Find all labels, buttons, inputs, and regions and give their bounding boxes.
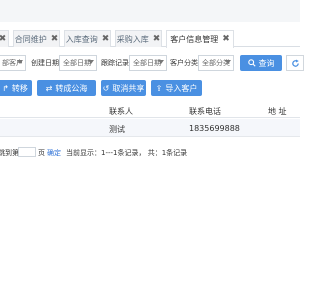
customer-scope-select[interactable]: 部客户 bbox=[0, 55, 26, 71]
refresh-icon bbox=[291, 59, 299, 67]
tab-customer-info-management[interactable]: 客户信息管理 ✖ bbox=[166, 30, 234, 48]
search-icon bbox=[247, 59, 256, 67]
action-toolbar: ↱ 转移 ⇄ 转成公海 ↺ 取消共享 ⇪ 导入客户 bbox=[0, 80, 300, 96]
category-select[interactable]: 全部分类 bbox=[198, 55, 234, 71]
undo-circle-icon: ↺ bbox=[102, 83, 110, 93]
filter-bar: 部客户 创建日期: 全部日期 跟踪记录: 全部日期 客户分类: 全部分类 查询 bbox=[0, 55, 304, 71]
confirm-link[interactable]: 确定 bbox=[47, 148, 61, 158]
to-public-pool-button[interactable]: ⇄ 转成公海 bbox=[37, 80, 96, 96]
chevron-down-icon bbox=[88, 60, 94, 64]
goto-prefix-label: 跳到第 bbox=[0, 149, 19, 157]
cell-phone: 1835699888 bbox=[189, 124, 240, 133]
transfer-button[interactable]: ↱ 转移 bbox=[0, 80, 32, 96]
tab-close-icon[interactable]: ✖ bbox=[102, 34, 110, 44]
search-button[interactable]: 查询 bbox=[240, 55, 282, 71]
tab-label: 采购入库 bbox=[116, 34, 149, 44]
chevron-down-icon bbox=[17, 60, 23, 64]
follow-date-select[interactable]: 全部日期 bbox=[129, 55, 167, 71]
tab-purchase-inbound[interactable]: 采购入库 ✖ bbox=[115, 30, 162, 47]
import-customer-button[interactable]: ⇪ 导入客户 bbox=[151, 80, 202, 96]
follow-record-label: 跟踪记录: bbox=[101, 59, 132, 67]
upload-icon: ⇪ bbox=[155, 83, 163, 93]
tab-inbound-query[interactable]: 入库查询 ✖ bbox=[64, 30, 111, 47]
tab-previous-partial[interactable]: ✖ bbox=[0, 30, 9, 47]
chevron-down-icon bbox=[158, 60, 164, 64]
cancel-share-button[interactable]: ↺ 取消共享 bbox=[101, 80, 146, 96]
goto-suffix-label: 页 bbox=[38, 149, 45, 157]
page-number-input[interactable] bbox=[18, 147, 36, 157]
category-label: 客户分类: bbox=[170, 59, 201, 67]
tab-close-icon[interactable]: ✖ bbox=[222, 35, 230, 44]
pagination: 跳到第 页 确定 当前显示：1---1条记录， 共：1条记录 bbox=[0, 146, 300, 160]
column-header-phone: 联系电话 bbox=[189, 107, 221, 116]
tab-contract-maintenance[interactable]: 合同维护 ✖ bbox=[13, 30, 60, 47]
chevron-down-icon bbox=[225, 60, 231, 64]
tab-label: 入库查询 bbox=[65, 34, 98, 44]
tab-close-icon[interactable]: ✖ bbox=[153, 34, 161, 44]
swap-arrows-icon: ⇄ bbox=[45, 83, 53, 93]
column-header-address: 地 址 bbox=[268, 107, 287, 116]
create-date-select[interactable]: 全部日期 bbox=[59, 55, 97, 71]
window-top-strip bbox=[0, 0, 300, 22]
create-date-label: 创建日期: bbox=[31, 59, 62, 67]
tab-close-icon[interactable]: ✖ bbox=[0, 34, 6, 44]
column-header-contact: 联系人 bbox=[109, 107, 133, 116]
cell-contact: 测试 bbox=[109, 125, 125, 134]
tab-bar: ✖ 合同维护 ✖ 入库查询 ✖ 采购入库 ✖ 客户信息管理 ✖ bbox=[0, 30, 300, 48]
tab-label: 合同维护 bbox=[14, 34, 47, 44]
tab-close-icon[interactable]: ✖ bbox=[51, 34, 59, 44]
tab-label: 客户信息管理 bbox=[170, 35, 219, 44]
share-arrow-icon: ↱ bbox=[2, 83, 9, 93]
table-header: 联系人 联系电话 地 址 bbox=[0, 104, 300, 118]
record-summary: 当前显示：1---1条记录， 共：1条记录 bbox=[66, 149, 188, 157]
refresh-button[interactable] bbox=[286, 55, 304, 71]
table-row[interactable]: 测试 1835699888 bbox=[0, 119, 300, 137]
